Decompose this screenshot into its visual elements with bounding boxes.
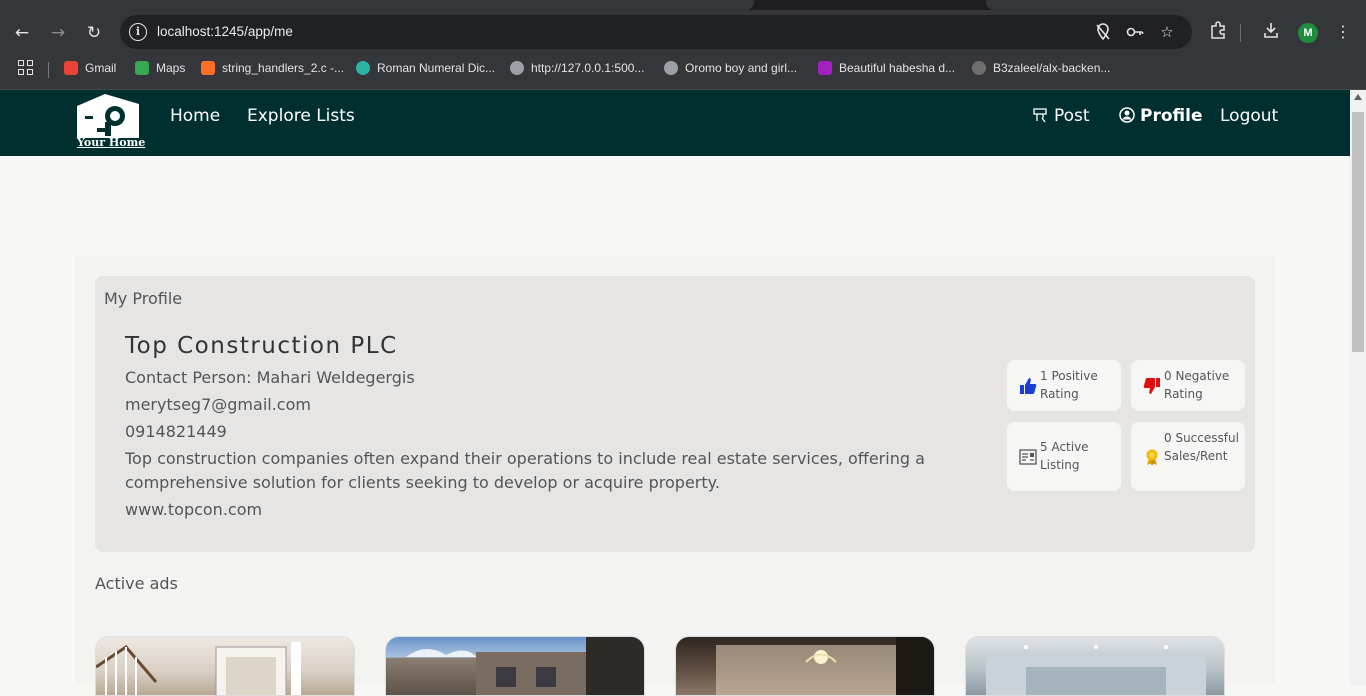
ad-card[interactable] — [965, 636, 1225, 696]
bookmark-label: Roman Numeral Dic... — [377, 61, 496, 75]
apps-grid-icon[interactable] — [18, 60, 34, 76]
location-off-icon[interactable] — [1094, 23, 1112, 41]
house-key-icon — [77, 94, 139, 138]
bookmark-favicon-icon — [818, 61, 832, 75]
bookmark-label: Maps — [156, 61, 186, 75]
brand-name: Your Home — [77, 136, 146, 149]
listing-icon — [1019, 449, 1037, 465]
bookmark-gmail[interactable]: Gmail — [64, 58, 116, 78]
email: merytseg7@gmail.com — [125, 395, 311, 414]
website: www.topcon.com — [125, 500, 263, 519]
bookmark-label: B3zaleel/alx-backen... — [993, 61, 1111, 75]
bookmark-github[interactable]: B3zaleel/alx-backen... — [972, 58, 1110, 78]
toolbar-divider — [1240, 24, 1241, 42]
nav-profile-label: Profile — [1140, 106, 1203, 126]
negative-rating-text: 0 Negative Rating — [1164, 369, 1230, 401]
bookmarks-divider — [48, 62, 49, 78]
scroll-up-arrow-icon[interactable] — [1354, 94, 1362, 100]
active-listing-text: 5 Active Listing — [1040, 440, 1089, 472]
browser-tab[interactable] — [986, 0, 1366, 10]
award-medal-icon — [1146, 449, 1158, 466]
nav-logout[interactable]: Logout — [1220, 106, 1278, 126]
page-scrollbar[interactable] — [1350, 90, 1366, 685]
user-circle-icon — [1119, 107, 1135, 123]
negative-rating-card: 0 Negative Rating — [1131, 360, 1245, 411]
ad-thumbnail — [406, 637, 644, 695]
gitlab-icon — [201, 61, 215, 75]
positive-rating-card: 1 Positive Rating — [1007, 360, 1121, 411]
site-logo[interactable]: Your Home — [75, 90, 145, 152]
globe-icon — [510, 61, 524, 75]
ad-card[interactable] — [385, 636, 645, 696]
extensions-icon[interactable] — [1207, 21, 1229, 43]
scrollbar-thumb[interactable] — [1352, 112, 1364, 352]
reload-icon[interactable]: ↻ — [80, 19, 108, 47]
bookmark-label: Oromo boy and girl... — [685, 61, 798, 75]
post-sign-icon — [1033, 108, 1047, 123]
profile-card-heading: My Profile — [104, 289, 183, 308]
browser-toolbar: ← → ↻ i localhost:1245/app/me ☆ M ⋮ — [0, 10, 1366, 54]
profile-avatar[interactable]: M — [1298, 23, 1318, 43]
browser-tabstrip — [0, 0, 1366, 10]
bookmark-label: Beautiful habesha d... — [839, 61, 956, 75]
maps-icon — [135, 61, 149, 75]
gmail-icon — [64, 61, 78, 75]
ad-thumbnail — [96, 642, 301, 695]
forward-arrow-icon[interactable]: → — [44, 19, 72, 47]
bookmark-roman-numeral[interactable]: Roman Numeral Dic... — [356, 58, 495, 78]
bookmark-gitlab[interactable]: string_handlers_2.c -... — [201, 58, 344, 78]
download-icon[interactable] — [1260, 21, 1282, 43]
address-bar[interactable]: i localhost:1245/app/me ☆ — [120, 15, 1192, 49]
star-icon[interactable]: ☆ — [1158, 23, 1176, 41]
contact-person: Contact Person: Mahari Weldegergis — [125, 368, 415, 387]
nav-post[interactable]: Post — [1033, 106, 1090, 126]
positive-rating-text: 1 Positive Rating — [1040, 369, 1098, 401]
github-icon — [972, 61, 986, 75]
phone: 0914821449 — [125, 422, 227, 441]
bookmark-habesha[interactable]: Beautiful habesha d... — [818, 58, 955, 78]
nav-post-label: Post — [1054, 106, 1090, 126]
bookmark-maps[interactable]: Maps — [135, 58, 185, 78]
active-listing-card: 5 Active Listing — [1007, 422, 1121, 491]
roman-numeral-icon — [356, 61, 370, 75]
globe-icon — [664, 61, 678, 75]
bookmark-label: Gmail — [85, 61, 117, 75]
bookmark-localhost[interactable]: http://127.0.0.1:500... — [510, 58, 644, 78]
bookmark-label: http://127.0.0.1:500... — [531, 61, 645, 75]
menu-kebab-icon[interactable]: ⋮ — [1332, 21, 1354, 43]
ad-thumbnail — [986, 645, 1206, 695]
company-name: Top Construction PLC — [125, 333, 398, 359]
site-navbar: Your Home Home Explore Lists Post Profil… — [0, 90, 1350, 156]
nav-home[interactable]: Home — [170, 106, 220, 126]
ad-card[interactable] — [95, 636, 355, 696]
successful-sales-card: 0 Successful Sales/Rent — [1131, 422, 1245, 491]
thumbs-up-icon — [1020, 378, 1037, 394]
bookmark-label: string_handlers_2.c -... — [222, 61, 345, 75]
ad-thumbnail — [716, 637, 934, 695]
nav-explore-lists[interactable]: Explore Lists — [247, 106, 355, 126]
ad-card[interactable] — [675, 636, 935, 696]
successful-sales-text: 0 Successful Sales/Rent — [1164, 431, 1239, 463]
bookmark-oromo[interactable]: Oromo boy and girl... — [664, 58, 797, 78]
thumbs-down-icon — [1143, 378, 1160, 394]
nav-profile[interactable]: Profile — [1119, 106, 1202, 126]
site-info-icon[interactable]: i — [129, 23, 147, 41]
active-ads-title: Active ads — [95, 574, 178, 593]
url-text[interactable]: localhost:1245/app/me — [157, 24, 293, 39]
back-arrow-icon[interactable]: ← — [8, 19, 36, 47]
key-icon[interactable] — [1126, 23, 1144, 41]
browser-tab-active[interactable] — [0, 0, 754, 10]
company-description: Top construction companies often expand … — [125, 449, 925, 492]
